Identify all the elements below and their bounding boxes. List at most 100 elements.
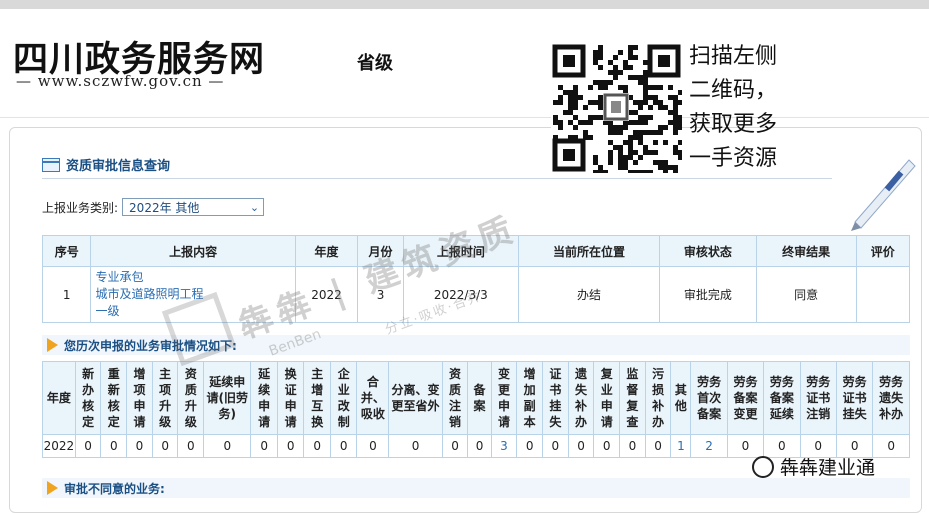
history-title: 您历次申报的业务审批情况如下: <box>64 338 237 353</box>
history-cell: 0 <box>593 434 621 458</box>
th-history-col: 延续申请 <box>250 361 278 435</box>
th-history-col: 分离、变更至省外 <box>388 361 443 435</box>
th-history-col: 主增互换 <box>303 361 331 435</box>
th-history-col: 污损补办 <box>644 361 672 435</box>
window-icon <box>42 157 60 172</box>
content-line-1[interactable]: 专业承包 <box>95 269 294 286</box>
history-cell[interactable]: 1 <box>670 434 692 458</box>
history-cell: 0 <box>516 434 543 458</box>
business-type-filter: 上报业务类别: 2022年 其他 ⌄ <box>42 198 265 216</box>
th-history-col: 企业改制 <box>329 361 358 435</box>
approval-table: 序号 上报内容 年度 月份 上报时间 当前所在位置 审核状态 终审结果 评价 1… <box>41 235 911 323</box>
th-rating: 评价 <box>855 235 911 267</box>
history-cell: 0 <box>441 434 469 458</box>
th-history-col: 劳务证书挂失 <box>835 361 874 435</box>
th-history-col: 其他 <box>670 361 692 435</box>
content-line-3[interactable]: 一级 <box>95 303 294 320</box>
reject-bar: 审批不同意的业务: <box>42 478 910 498</box>
th-history-col: 遗失补办 <box>567 361 595 435</box>
th-history-col: 变更申请 <box>490 361 518 435</box>
cell-status: 审批完成 <box>659 266 757 323</box>
cell-location: 办结 <box>517 266 661 323</box>
th-history-col: 合并、吸收 <box>356 361 390 435</box>
business-type-select[interactable]: 2022年 其他 ⌄ <box>122 198 265 216</box>
section-divider <box>42 178 832 179</box>
history-cell: 0 <box>177 434 205 458</box>
chevron-down-icon: ⌄ <box>249 200 260 214</box>
th-history-col: 新办核定 <box>74 361 102 435</box>
cell-content[interactable]: 专业承包 城市及道路照明工程 一级 <box>90 266 296 323</box>
pen-icon <box>851 159 916 231</box>
th-result: 终审结果 <box>755 235 857 267</box>
history-cell: 0 <box>126 434 153 458</box>
cell-rating <box>855 266 911 323</box>
wechat-icon <box>752 455 774 478</box>
history-cell: 0 <box>303 434 331 458</box>
th-history-col: 劳务证书注销 <box>799 361 837 435</box>
site-url: — www.sczwfw.gov.cn — <box>16 72 225 90</box>
qr-promo-text: 扫描左侧 二维码， 获取更多 一手资源 <box>689 40 819 176</box>
th-history-col: 证书挂失 <box>542 361 569 435</box>
history-cell: 0 <box>250 434 278 458</box>
qr-text-line: 获取更多 <box>689 112 778 137</box>
select-value: 2022年 其他 <box>129 200 200 215</box>
qr-code-icon <box>551 43 682 173</box>
th-history-col: 劳务备案变更 <box>726 361 765 435</box>
th-history-col: 监督复查 <box>619 361 646 435</box>
history-cell[interactable]: 2 <box>690 434 728 458</box>
th-content: 上报内容 <box>90 235 296 267</box>
th-location: 当前所在位置 <box>517 235 661 267</box>
th-history-col: 重新核定 <box>100 361 128 435</box>
th-year: 年度 <box>294 235 359 267</box>
arrow-right-icon <box>47 338 58 352</box>
history-cell: 0 <box>356 434 390 458</box>
wechat-badge: 犇犇建业通 <box>752 453 875 480</box>
reject-title: 审批不同意的业务: <box>64 481 165 496</box>
history-cell: 0 <box>203 434 252 458</box>
table-header-row: 年度 新办核定 重新核定 增项申请 主项升级 资质升级 延续申请(旧劳务) 延续申请 换证申请主… <box>42 361 910 435</box>
th-history-col: 主项升级 <box>151 361 179 435</box>
history-cell: 0 <box>388 434 443 458</box>
level-label: 省级 <box>357 53 393 74</box>
qr-text-line: 二维码， <box>689 78 778 103</box>
browser-top-bar <box>0 0 929 9</box>
th-history-col: 备案 <box>467 361 492 435</box>
th-history-col: 年度 <box>42 361 76 435</box>
history-cell: 0 <box>276 434 305 458</box>
qr-text-line: 扫描左侧 <box>689 44 778 69</box>
th-history-col: 资质升级 <box>177 361 205 435</box>
cell-month: 3 <box>357 266 404 323</box>
history-cell: 0 <box>542 434 569 458</box>
th-index: 序号 <box>41 235 92 267</box>
badge-text: 犇犇建业通 <box>780 457 876 479</box>
th-history-col: 增加副本 <box>516 361 543 435</box>
table-row: 1 专业承包 城市及道路照明工程 一级 2022 3 2022/3/3 办结 审… <box>41 266 911 323</box>
cell-index: 1 <box>41 266 92 323</box>
history-cell: 0 <box>567 434 595 458</box>
history-bar: 您历次申报的业务审批情况如下: <box>42 335 910 355</box>
history-cell: 0 <box>619 434 646 458</box>
th-time: 上报时间 <box>402 235 519 267</box>
history-cell: 0 <box>74 434 102 458</box>
th-history-col: 劳务备案延续 <box>763 361 801 435</box>
history-cell: 0 <box>329 434 358 458</box>
filter-label: 上报业务类别: <box>42 200 119 215</box>
th-history-col: 换证申请 <box>276 361 305 435</box>
history-cell: 0 <box>644 434 672 458</box>
content-line-2[interactable]: 城市及道路照明工程 <box>95 286 294 303</box>
th-history-col: 延续申请(旧劳务) <box>203 361 252 435</box>
th-history-col: 劳务遗失补办 <box>872 361 910 435</box>
arrow-right-icon <box>47 481 58 495</box>
history-cell[interactable]: 3 <box>490 434 518 458</box>
history-cell: 2022 <box>42 434 76 458</box>
th-status: 审核状态 <box>659 235 757 267</box>
history-cell: 0 <box>100 434 128 458</box>
section-header: 资质审批信息查询 <box>42 155 170 174</box>
cell-year: 2022 <box>294 266 359 323</box>
section-title: 资质审批信息查询 <box>66 159 171 174</box>
cell-result: 同意 <box>755 266 857 323</box>
history-table: 年度 新办核定 重新核定 增项申请 主项升级 资质升级 延续申请(旧劳务) 延续申请 换证申请主… <box>42 361 910 458</box>
th-history-col: 复业申请 <box>593 361 621 435</box>
history-cell: 0 <box>151 434 179 458</box>
th-history-col: 增项申请 <box>126 361 153 435</box>
